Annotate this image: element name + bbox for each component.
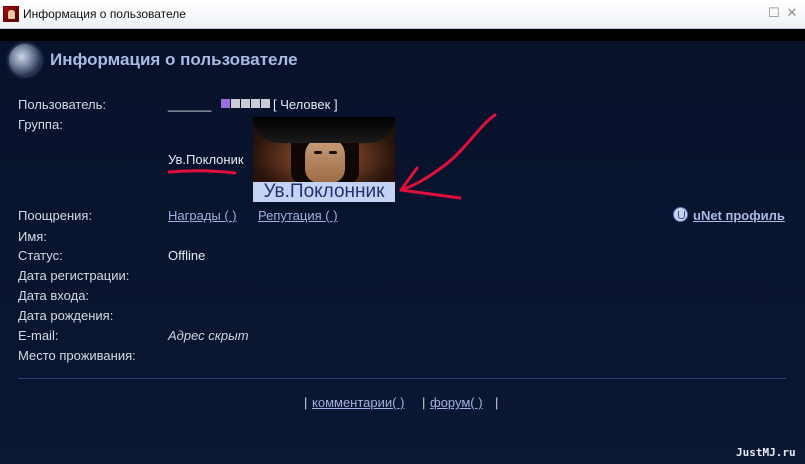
watermark: JustMJ.ru <box>736 446 796 459</box>
divider <box>18 378 786 379</box>
app-icon <box>3 6 19 22</box>
email-value: Адрес скрыт <box>168 328 249 343</box>
user-type: [ Человек ] <box>273 97 338 112</box>
top-band <box>0 29 805 41</box>
group-label: Группа: <box>18 117 63 132</box>
maximize-icon[interactable]: ☐ <box>767 6 781 20</box>
comments-link[interactable]: комментарии( ) <box>312 395 404 410</box>
red-underline-annotation <box>168 169 237 175</box>
rank-square <box>251 99 260 108</box>
footer-separator: | <box>422 395 426 410</box>
name-label: Имя: <box>18 229 47 244</box>
face <box>305 137 345 183</box>
status-label: Статус: <box>18 248 63 263</box>
email-label: E-mail: <box>18 328 59 343</box>
login-date-label: Дата входа: <box>18 288 90 303</box>
unet-icon[interactable] <box>673 207 688 222</box>
awards-link[interactable]: Награды ( ) <box>168 208 237 223</box>
rewards-label: Поощрения: <box>18 208 93 223</box>
rank-square <box>241 99 250 108</box>
reg-date-label: Дата регистрации: <box>18 268 130 283</box>
red-arrow-annotation <box>399 113 497 200</box>
group-value: Ув.Поклоник <box>168 152 244 167</box>
forum-link[interactable]: форум( ) <box>430 395 483 410</box>
rank-image-caption: Ув.Поклонник <box>253 182 395 202</box>
eye-right <box>329 151 337 154</box>
globe-icon <box>9 44 41 76</box>
rank-image <box>253 117 395 183</box>
page-title: Информация о пользователе <box>50 50 298 69</box>
status-value: Offline <box>168 248 206 263</box>
rank-square-filled <box>221 99 230 108</box>
username-value: ______ <box>168 97 212 112</box>
footer-separator: | <box>495 395 499 410</box>
eye-left <box>314 151 322 154</box>
reputation-link[interactable]: Репутация ( ) <box>258 208 338 223</box>
hat <box>253 117 395 143</box>
user-label: Пользователь: <box>18 97 106 112</box>
rank-square <box>231 99 240 108</box>
close-icon[interactable]: ✕ <box>785 6 799 20</box>
footer-separator: | <box>304 395 308 410</box>
unet-profile-link[interactable]: uNet профиль <box>693 208 785 223</box>
window-title: Информация о пользователе <box>23 7 186 21</box>
location-label: Место проживания: <box>18 348 136 363</box>
window-titlebar: Информация о пользователе ☐ ✕ <box>0 0 805 29</box>
rank-squares <box>221 99 271 108</box>
birth-date-label: Дата рождения: <box>18 308 114 323</box>
rank-square <box>261 99 270 108</box>
